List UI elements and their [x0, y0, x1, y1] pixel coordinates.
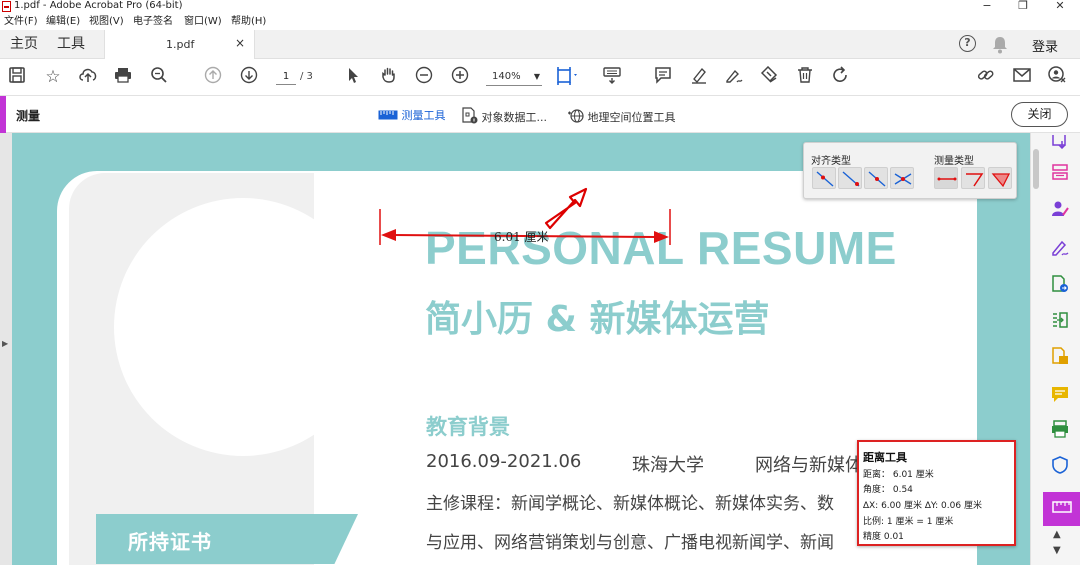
highlight-icon[interactable] [688, 66, 710, 88]
page-total: / 3 [300, 71, 313, 82]
zoom-value: 140% [492, 71, 521, 82]
acrobat-window: 1.pdf - Adobe Acrobat Pro (64-bit) − ❐ ✕… [0, 0, 1080, 565]
print-icon[interactable] [112, 66, 134, 88]
measure-tool-label: 测量工具 [401, 109, 446, 122]
page-down-icon[interactable] [238, 66, 260, 88]
tab-tools[interactable]: 工具 [57, 35, 85, 53]
menu-bar: 文件(F) 编辑(E) 视图(V) 电子签名 窗口(W) 帮助(H) [0, 13, 1080, 30]
delete-icon[interactable] [794, 66, 816, 88]
help-icon[interactable]: ? [959, 35, 976, 52]
keyboard-icon[interactable] [601, 66, 623, 88]
request-signature-icon[interactable] [1049, 199, 1071, 221]
area-type-button[interactable] [988, 167, 1012, 189]
print-production-icon[interactable] [1049, 419, 1071, 441]
geospatial-tool-button[interactable]: 地理空间位置工具 [567, 107, 676, 125]
window-title: 1.pdf - Adobe Acrobat Pro (64-bit) [14, 0, 183, 11]
expand-left-icon[interactable]: ▶ [2, 339, 8, 348]
measure-accent-strip [0, 96, 6, 133]
organize-pages-icon[interactable] [1049, 162, 1071, 184]
close-measure-button[interactable]: 关闭 [1011, 102, 1068, 127]
chevron-down-icon: ▼ [533, 72, 540, 81]
fit-page-icon[interactable] [556, 66, 578, 88]
measure-bar-title: 测量 [16, 109, 41, 123]
tab-document[interactable]: 1.pdf × [104, 30, 255, 59]
pdf-file-icon [2, 1, 11, 12]
search-icon[interactable] [148, 66, 170, 88]
object-data-tool-label: 对象数据工... [481, 111, 548, 124]
close-window-button[interactable]: ✕ [1042, 0, 1078, 13]
zoom-select[interactable]: 140% ▼ [486, 69, 542, 86]
scroll-up-icon[interactable]: ▲ [1053, 529, 1061, 540]
ruler-icon [1052, 499, 1072, 517]
measure-tool-button[interactable]: 测量工具 [378, 107, 446, 123]
snap-type-title: 对齐类型 [811, 156, 851, 167]
star-icon[interactable]: ☆ [42, 66, 64, 88]
mail-icon[interactable] [1011, 66, 1033, 88]
sign-icon[interactable] [723, 66, 745, 88]
export-icon[interactable] [1049, 274, 1071, 296]
fill-sign-icon[interactable] [1049, 238, 1071, 260]
comment-sidebar-icon[interactable] [1049, 384, 1071, 406]
menu-file[interactable]: 文件(F) [4, 15, 38, 28]
menu-window[interactable]: 窗口(W) [184, 15, 222, 28]
page-number-input[interactable]: 1 [276, 70, 296, 85]
scroll-down-icon[interactable]: ▼ [1053, 545, 1061, 556]
restore-button[interactable]: ❐ [1005, 0, 1041, 13]
menu-view[interactable]: 视图(V) [89, 15, 124, 28]
compare-files-icon[interactable] [1049, 310, 1071, 332]
minimize-button[interactable]: − [969, 0, 1005, 13]
close-tab-icon[interactable]: × [235, 36, 245, 50]
measure-toolbar: 测量 测量工具 对象数据工... 地理空间位置工具 关闭 [0, 96, 1080, 133]
stamp-icon[interactable] [758, 65, 780, 88]
right-tools-sidebar: ▲ ▼ [1030, 130, 1080, 565]
distance-tool-panel: 距离工具 距离： 6.01 厘米 角度： 0.54 ∆X: 6.00 厘米 ∆Y… [857, 440, 1016, 546]
distance-tool-title: 距离工具 [863, 451, 907, 464]
tab-bar: 主页 工具 1.pdf × [0, 30, 1080, 59]
measure-sidebar-button[interactable] [1043, 492, 1080, 526]
precision-value: 精度 0.01 [863, 532, 904, 542]
snap-to-path-button[interactable] [812, 167, 836, 189]
menu-edit[interactable]: 编辑(E) [46, 15, 80, 28]
upload-icon[interactable] [77, 66, 99, 88]
distance-type-button[interactable] [934, 167, 958, 189]
scale-value: 比例: 1 厘米 = 1 厘米 [863, 517, 954, 527]
user-icon[interactable] [1046, 66, 1068, 88]
measurement-value-label: 6.01 厘米 [494, 230, 549, 244]
bell-icon[interactable] [992, 36, 1008, 57]
rotate-icon[interactable] [829, 66, 851, 88]
snap-to-midpoint-button[interactable] [864, 167, 888, 189]
object-data-tool-button[interactable]: 对象数据工... [461, 107, 547, 125]
main-toolbar: ☆ 1 / 3 140% ▼ [0, 59, 1080, 96]
perimeter-type-button[interactable] [961, 167, 985, 189]
measure-type-title: 测量类型 [934, 156, 974, 167]
tab-home[interactable]: 主页 [10, 35, 38, 53]
snap-to-intersection-button[interactable] [890, 167, 914, 189]
zoom-out-icon[interactable] [413, 66, 435, 88]
protect-icon[interactable] [1049, 455, 1071, 477]
page-up-icon[interactable] [202, 66, 224, 88]
snap-measure-panel: 对齐类型 测量类型 [803, 142, 1017, 199]
title-bar: 1.pdf - Adobe Acrobat Pro (64-bit) − ❐ ✕ [0, 0, 1080, 13]
angle-value: 角度： 0.54 [863, 485, 913, 495]
scrollbar-thumb[interactable] [1033, 149, 1039, 189]
distance-value: 距离： 6.01 厘米 [863, 470, 934, 480]
zoom-in-icon[interactable] [449, 66, 471, 88]
snap-to-endpoint-button[interactable] [838, 167, 862, 189]
login-link[interactable]: 登录 [1032, 36, 1058, 55]
tab-document-label: 1.pdf [166, 38, 195, 51]
export-pdf-icon[interactable] [1049, 130, 1071, 155]
left-panel-toggle[interactable]: ▶ [0, 133, 12, 565]
delta-values: ∆X: 6.00 厘米 ∆Y: 0.06 厘米 [863, 501, 982, 511]
comment-icon[interactable] [652, 66, 674, 88]
pointer-icon[interactable] [342, 66, 364, 88]
link-icon[interactable] [975, 66, 997, 88]
menu-esign[interactable]: 电子签名 [133, 15, 173, 28]
document-viewport[interactable]: 所持证书 PERSONAL RESUME 简小历 & 新媒体运营 教育背景 20… [12, 133, 1030, 565]
hand-icon[interactable] [378, 66, 400, 88]
geospatial-tool-label: 地理空间位置工具 [587, 111, 676, 124]
save-icon[interactable] [6, 66, 28, 88]
callout-arrow-icon [544, 187, 588, 230]
scan-ocr-icon[interactable] [1049, 346, 1071, 368]
menu-help[interactable]: 帮助(H) [231, 15, 266, 28]
